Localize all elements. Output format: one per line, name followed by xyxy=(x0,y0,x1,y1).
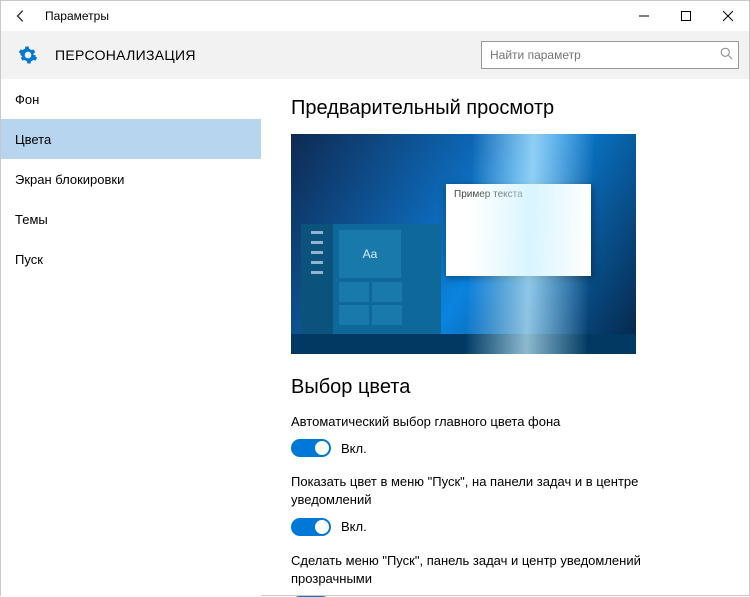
sidebar: Фон Цвета Экран блокировки Темы Пуск xyxy=(1,79,261,597)
gear-icon-svg xyxy=(18,45,38,65)
content-pane: Предварительный просмотр Aa Пример текст… xyxy=(261,79,749,597)
setting-label-transparency: Сделать меню "Пуск", панель задач и цент… xyxy=(291,552,671,588)
sidebar-item-label: Темы xyxy=(15,212,48,227)
preview-box: Aa Пример текста xyxy=(291,134,636,354)
sidebar-item-label: Экран блокировки xyxy=(15,172,124,187)
toggle-state-auto-accent: Вкл. xyxy=(341,441,367,456)
sidebar-item-start[interactable]: Пуск xyxy=(1,239,261,279)
sidebar-item-label: Фон xyxy=(15,92,39,107)
preview-tile-text: Aa xyxy=(363,247,378,261)
preview-title: Предварительный просмотр xyxy=(291,97,719,120)
sidebar-item-lockscreen[interactable]: Экран блокировки xyxy=(1,159,261,199)
preview-taskbar xyxy=(291,334,636,354)
header-bar: ПЕРСОНАЛИЗАЦИЯ xyxy=(1,31,749,79)
setting-label-auto-accent: Автоматический выбор главного цвета фона xyxy=(291,413,671,431)
gear-icon xyxy=(17,44,39,66)
search-container xyxy=(481,41,739,69)
close-icon xyxy=(723,11,733,21)
sidebar-item-label: Пуск xyxy=(15,252,43,267)
preview-start-menu: Aa xyxy=(301,224,441,334)
preview-sample-window: Пример текста xyxy=(446,184,591,276)
setting-label-show-color: Показать цвет в меню "Пуск", на панели з… xyxy=(291,473,671,509)
maximize-icon xyxy=(681,11,691,21)
toggle-state-show-color: Вкл. xyxy=(341,519,367,534)
search-input[interactable] xyxy=(481,41,739,69)
back-arrow-icon xyxy=(14,9,28,23)
title-bar: Параметры xyxy=(1,1,749,31)
minimize-button[interactable] xyxy=(623,1,665,31)
window-title: Параметры xyxy=(45,9,109,23)
window-controls xyxy=(623,1,749,31)
preview-start-tiles: Aa xyxy=(333,224,441,334)
preview-tile-big: Aa xyxy=(339,230,401,278)
color-section-title: Выбор цвета xyxy=(291,376,719,399)
minimize-icon xyxy=(639,11,649,21)
search-icon xyxy=(720,47,733,63)
toggle-show-color[interactable] xyxy=(291,518,331,536)
sidebar-item-themes[interactable]: Темы xyxy=(1,199,261,239)
toggle-auto-accent[interactable] xyxy=(291,439,331,457)
body: Фон Цвета Экран блокировки Темы Пуск Пре… xyxy=(1,79,749,597)
back-button[interactable] xyxy=(1,1,41,31)
toggle-row-auto-accent: Вкл. xyxy=(291,439,719,457)
toggle-row-show-color: Вкл. xyxy=(291,518,719,536)
maximize-button[interactable] xyxy=(665,1,707,31)
sidebar-item-colors[interactable]: Цвета xyxy=(1,119,261,159)
sidebar-item-background[interactable]: Фон xyxy=(1,79,261,119)
preview-sample-text: Пример текста xyxy=(446,184,591,205)
preview-start-rail xyxy=(301,224,333,334)
sidebar-item-label: Цвета xyxy=(15,132,51,147)
page-heading: ПЕРСОНАЛИЗАЦИЯ xyxy=(55,47,196,63)
close-button[interactable] xyxy=(707,1,749,31)
